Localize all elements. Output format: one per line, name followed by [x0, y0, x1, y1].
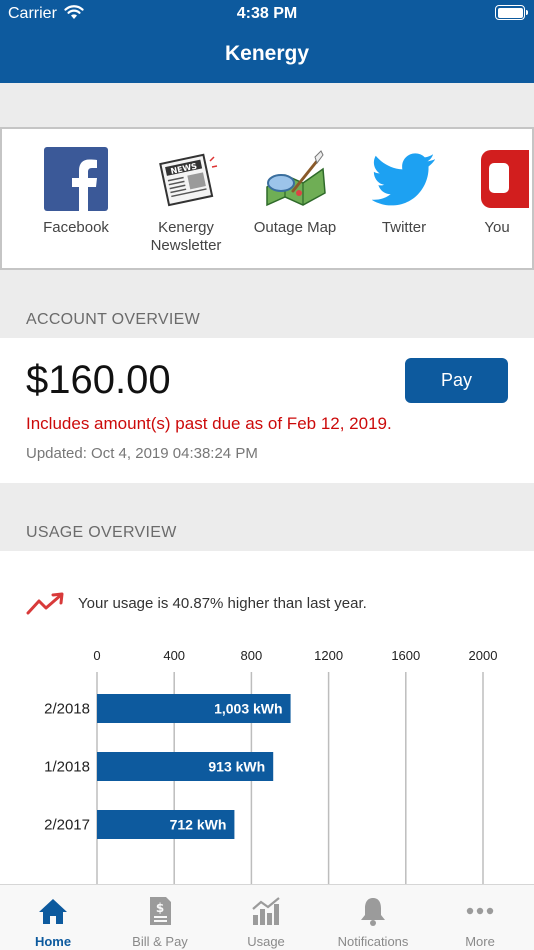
facebook-icon: [44, 147, 108, 211]
account-section-label: ACCOUNT OVERVIEW: [26, 311, 201, 328]
bar-value-label: 913 kWh: [208, 759, 265, 775]
tab-notifications[interactable]: Notifications: [320, 885, 426, 950]
tab-label: More: [465, 934, 495, 949]
bar-value-label: 1,003 kWh: [214, 701, 282, 717]
tab-home[interactable]: Home: [0, 885, 106, 950]
usage-comparison-text: Your usage is 40.87% higher than last ye…: [78, 595, 367, 612]
battery-icon: [495, 5, 528, 20]
bill-icon: $: [150, 897, 171, 925]
map-icon: [266, 150, 326, 207]
x-tick-label: 1200: [314, 648, 343, 663]
category-label: 1/2018: [44, 759, 90, 776]
usage-section-label: USAGE OVERVIEW: [26, 524, 177, 541]
account-overview-card: $160.00 Pay Includes amount(s) past due …: [0, 338, 534, 483]
x-tick-label: 1600: [391, 648, 420, 663]
page-title: Kenergy: [224, 42, 310, 65]
balance-amount: $160.00: [26, 358, 171, 402]
link-label: You: [484, 219, 510, 236]
newspaper-icon: NEWS: [159, 153, 218, 207]
bar-value-label: 712 kWh: [170, 817, 227, 833]
link-label: Facebook: [43, 219, 109, 236]
x-tick-label: 400: [163, 648, 185, 663]
clock: 4:38 PM: [236, 5, 298, 22]
pay-button[interactable]: Pay: [405, 358, 508, 403]
quick-links-carousel[interactable]: Facebook NEWS Kenergy Newsletter Outage …: [0, 127, 534, 270]
link-label: Outage Map: [253, 219, 337, 236]
tab-label: Bill & Pay: [132, 934, 188, 949]
tab-more[interactable]: More: [427, 885, 533, 950]
trend-up-icon: [26, 592, 64, 615]
tab-bill-pay[interactable]: $ Bill & Pay: [107, 885, 213, 950]
bell-icon: [361, 898, 385, 926]
updated-timestamp: Updated: Oct 4, 2019 04:38:24 PM: [26, 445, 258, 462]
status-bar: Carrier 4:38 PM: [0, 0, 534, 28]
usage-bar-chart: 0 400 800 1200 1600 2000 2/2018 1,003 kWh 1/2018…: [44, 648, 498, 884]
x-tick-label: 0: [93, 648, 100, 663]
home-icon: [39, 899, 67, 924]
app-header: Carrier 4:38 PM Kenergy: [0, 0, 534, 83]
tab-bar: Home $ Bill & Pay Usage Notifications Mo…: [0, 884, 534, 950]
usage-chart-icon: [252, 897, 280, 925]
tab-label: Home: [34, 934, 72, 949]
tab-label: Notifications: [337, 934, 409, 949]
usage-overview-card: Your usage is 40.87% higher than last ye…: [0, 551, 534, 884]
x-tick-label: 800: [241, 648, 263, 663]
link-label: Kenergy Newsletter: [150, 219, 222, 254]
tab-usage[interactable]: Usage: [213, 885, 319, 950]
twitter-icon: [372, 153, 435, 206]
youtube-icon: [481, 150, 529, 208]
past-due-notice: Includes amount(s) past due as of Feb 12…: [26, 414, 392, 433]
more-icon: [466, 907, 494, 915]
category-label: 2/2017: [44, 817, 90, 834]
x-tick-label: 2000: [469, 648, 498, 663]
category-label: 2/2018: [44, 701, 90, 718]
svg-text:$: $: [156, 901, 164, 915]
tab-label: Usage: [247, 934, 285, 949]
